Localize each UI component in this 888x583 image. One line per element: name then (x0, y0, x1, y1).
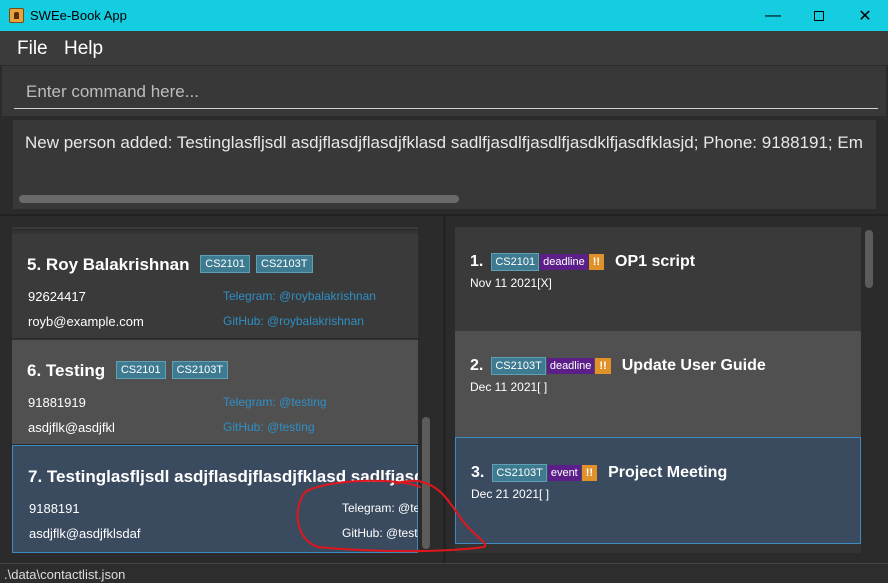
close-button[interactable]: ✕ (842, 0, 888, 31)
task-header: 1. CS2101 deadline !! OP1 script (470, 253, 695, 271)
split-divider[interactable] (443, 216, 446, 563)
task-list-scroll-thumb[interactable] (865, 230, 873, 288)
status-file-path: .\data\contactlist.json (4, 567, 126, 582)
task-priority-tag: !! (588, 254, 605, 270)
title-bar: SWEe-Book App — ✕ (0, 0, 888, 31)
person-phone: 92624417 (28, 289, 86, 304)
person-github-link[interactable]: GitHub: @testi (342, 526, 418, 540)
task-module-tag: CS2103T (491, 357, 546, 375)
person-email: asdjflk@asdjfklsdaf (29, 526, 141, 541)
task-index: 3. (471, 464, 485, 481)
result-display: New person added: Testinglasfljsdl asdjf… (12, 119, 877, 210)
task-module-tag: CS2101 (491, 253, 540, 271)
task-date: Dec 21 2021[ ] (471, 487, 550, 501)
task-type-tag: deadline (546, 358, 595, 374)
person-phone: 9188191 (29, 501, 80, 516)
maximize-icon (814, 10, 824, 21)
task-list[interactable]: 1. CS2101 deadline !! OP1 script Nov 11 … (455, 227, 861, 553)
person-card-selected[interactable]: 7. Testinglasfljsdl asdjflasdjflasdjfkla… (12, 445, 418, 553)
task-type-tag: deadline (540, 254, 588, 270)
person-phone: 91881919 (28, 395, 86, 410)
person-github-link[interactable]: GitHub: @testing (223, 420, 315, 434)
result-horizontal-scrollbar[interactable] (19, 195, 459, 203)
menu-file[interactable]: File (17, 38, 48, 60)
person-card[interactable]: 5. Roy Balakrishnan CS2101 CS2103T 926244… (12, 234, 418, 339)
task-index: 2. (470, 357, 484, 374)
person-github-link[interactable]: GitHub: @roybalakrishnan (223, 314, 364, 328)
command-input[interactable] (14, 76, 878, 109)
task-date: Dec 11 2021[ ] (470, 380, 548, 394)
person-list-scroll-thumb[interactable] (422, 417, 430, 549)
minimize-button[interactable]: — (750, 0, 796, 31)
task-priority-tag: !! (581, 465, 598, 481)
result-text: New person added: Testinglasfljsdl asdjf… (25, 133, 863, 152)
person-card[interactable] (12, 227, 418, 230)
command-box (2, 66, 886, 116)
menu-help[interactable]: Help (64, 38, 103, 60)
person-tag: CS2103T (256, 255, 313, 273)
person-name: 7. Testinglasfljsdl asdjflasdjflasdjfkla… (28, 467, 418, 486)
person-tag: CS2101 (200, 255, 251, 273)
person-name: 5. Roy Balakrishnan CS2101 CS2103T (27, 255, 313, 275)
task-header: 3. CS2103T event !! Project Meeting (471, 464, 727, 482)
close-icon: ✕ (858, 7, 872, 25)
task-card[interactable]: 1. CS2101 deadline !! OP1 script Nov 11 … (455, 227, 861, 331)
person-name: 6. Testing CS2101 CS2103T (27, 361, 229, 381)
task-title: Update User Guide (621, 357, 766, 374)
task-module-tag: CS2103T (492, 464, 547, 482)
person-tag: CS2103T (171, 361, 229, 379)
app-icon (9, 8, 24, 23)
task-title: OP1 script (615, 253, 696, 270)
person-email: asdjflk@asdjfkl (28, 420, 115, 435)
person-card[interactable]: 6. Testing CS2101 CS2103T 91881919 asdjfl… (12, 340, 418, 445)
minimize-icon: — (765, 6, 781, 24)
status-bar: .\data\contactlist.json (0, 563, 888, 583)
person-tag: CS2101 (115, 361, 166, 379)
task-title: Project Meeting (608, 464, 728, 481)
task-header: 2. CS2103T deadline !! Update User Guide (470, 357, 766, 375)
person-email: royb@example.com (28, 314, 144, 329)
person-telegram-link[interactable]: Telegram: @testing (223, 395, 327, 409)
menu-bar: File Help (0, 31, 888, 65)
task-priority-tag: !! (595, 358, 611, 374)
task-date: Nov 11 2021[X] (470, 276, 552, 290)
task-type-tag: event (547, 465, 581, 481)
person-telegram-link[interactable]: Telegram: @roybalakrishnan (223, 289, 376, 303)
maximize-button[interactable] (796, 0, 842, 31)
person-list[interactable]: 5. Roy Balakrishnan CS2101 CS2103T 926244… (12, 227, 418, 553)
window-title: SWEe-Book App (30, 8, 127, 23)
task-index: 1. (470, 253, 484, 270)
task-card-selected[interactable]: 3. CS2103T event !! Project Meeting Dec … (455, 437, 861, 544)
person-telegram-link[interactable]: Telegram: @te (342, 501, 418, 515)
task-card[interactable]: 2. CS2103T deadline !! Update User Guide… (455, 331, 861, 437)
